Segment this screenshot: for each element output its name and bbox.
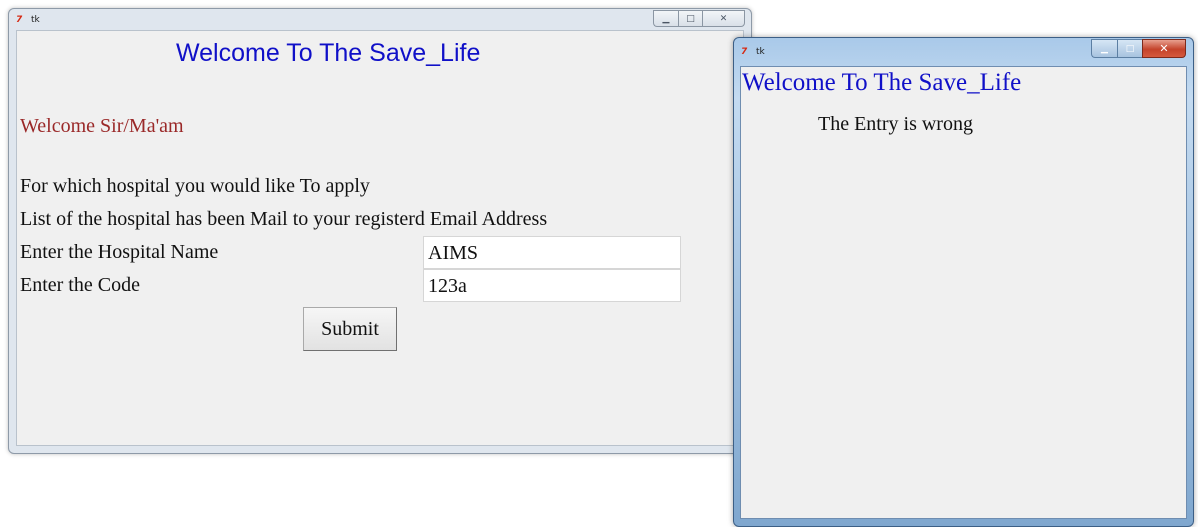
popup-window-titlebar[interactable]: 7 tk ▁ □ ✕: [734, 38, 1193, 64]
main-window-titlebar[interactable]: 7 tk ▁ □ ✕: [9, 9, 751, 29]
close-icon: ✕: [719, 13, 728, 24]
close-button[interactable]: ✕: [1142, 39, 1186, 58]
minimize-icon: ▁: [662, 13, 670, 24]
minimize-button[interactable]: ▁: [653, 10, 678, 27]
window-title: tk: [756, 47, 765, 57]
close-icon: ✕: [1159, 42, 1169, 55]
hospital-name-input[interactable]: [423, 236, 681, 269]
window-controls: ▁ □ ✕: [653, 10, 745, 27]
main-window-client-area: Welcome To The Save_Life Welcome Sir/Ma'…: [16, 30, 744, 446]
mail-note-label: List of the hospital has been Mail to yo…: [20, 208, 548, 230]
welcome-label: Welcome Sir/Ma'am: [20, 115, 184, 137]
minimize-icon: ▁: [1101, 43, 1108, 54]
popup-title: Welcome To The Save_Life: [742, 69, 1022, 96]
hospital-name-label: Enter the Hospital Name: [20, 241, 219, 263]
maximize-button[interactable]: □: [678, 10, 702, 27]
maximize-icon: □: [1125, 43, 1135, 54]
maximize-button[interactable]: □: [1117, 39, 1142, 58]
tk-feather-icon: 7: [16, 15, 23, 25]
minimize-button[interactable]: ▁: [1091, 39, 1117, 58]
page-title: Welcome To The Save_Life: [176, 39, 481, 67]
code-label: Enter the Code: [20, 274, 140, 296]
popup-window-client-area: Welcome To The Save_Life The Entry is wr…: [740, 66, 1187, 519]
window-title: tk: [31, 15, 40, 25]
close-button[interactable]: ✕: [702, 10, 745, 27]
submit-button[interactable]: Submit: [303, 307, 397, 351]
window-controls: ▁ □ ✕: [1091, 39, 1186, 58]
error-message: The Entry is wrong: [818, 113, 973, 135]
hospital-question-label: For which hospital you would like To app…: [20, 175, 370, 197]
main-window[interactable]: 7 tk ▁ □ ✕ Welcome To The Save_Life Welc…: [8, 8, 752, 454]
maximize-icon: □: [686, 13, 695, 24]
code-input[interactable]: [423, 269, 681, 302]
popup-window[interactable]: 7 tk ▁ □ ✕ Welcome To The Save_Life The …: [733, 37, 1194, 527]
tk-feather-icon: 7: [741, 47, 748, 57]
